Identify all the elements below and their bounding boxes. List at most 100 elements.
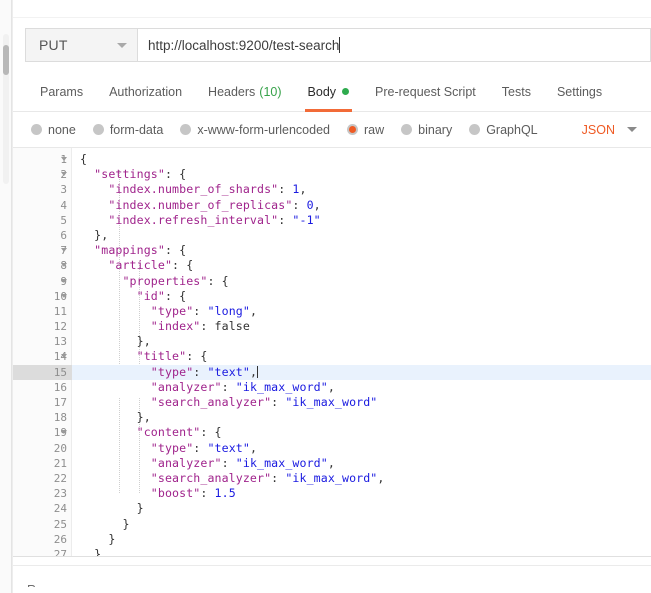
editor-line-text: "id": { xyxy=(80,288,187,303)
editor-line-text: } xyxy=(80,546,102,556)
editor-line-text: }, xyxy=(80,410,151,425)
editor-line-text: "type": "long", xyxy=(80,303,258,318)
tab-body-label: Body xyxy=(307,84,337,99)
body-type-form-data-label: form-data xyxy=(109,122,164,137)
body-type-raw[interactable]: raw xyxy=(347,123,384,137)
tab-authorization-label: Authorization xyxy=(109,84,183,99)
editor-line[interactable]: 3 "index.number_of_shards": 1, xyxy=(13,182,651,197)
tab-params[interactable]: Params xyxy=(27,72,96,112)
editor-line-text: "analyzer": "ik_max_word", xyxy=(80,379,335,394)
body-type-graphql-label: GraphQL xyxy=(486,122,538,137)
editor-line[interactable]: 7 "mappings": { xyxy=(13,243,651,258)
editor-line[interactable]: 10 "id": { xyxy=(13,289,651,304)
editor-text-cursor xyxy=(257,365,259,378)
editor-line[interactable]: 8 "article": { xyxy=(13,258,651,273)
radio-icon xyxy=(92,124,104,135)
code-fold-triangle-icon[interactable] xyxy=(61,293,67,298)
pane-top-strip xyxy=(13,0,651,18)
editor-line-number: 21 xyxy=(53,456,67,470)
tab-settings[interactable]: Settings xyxy=(544,72,615,112)
tab-tests[interactable]: Tests xyxy=(489,72,544,112)
body-type-none-label: none xyxy=(48,122,76,137)
request-pane: PUT http://localhost:9200/test-search Pa… xyxy=(12,0,651,593)
body-format-label: JSON xyxy=(581,122,615,137)
tab-pre-request-script[interactable]: Pre-request Script xyxy=(362,72,489,112)
editor-line-text: } xyxy=(80,516,130,531)
editor-line[interactable]: 15 "type": "text", xyxy=(13,364,651,380)
tab-body[interactable]: Body xyxy=(295,72,363,112)
editor-line-number: 20 xyxy=(53,441,67,455)
body-type-form-data[interactable]: form-data xyxy=(92,122,164,137)
editor-line-number: 18 xyxy=(53,411,67,425)
editor-line-number: 15 xyxy=(13,364,72,380)
editor-line[interactable]: 26 } xyxy=(13,532,651,547)
editor-line-text: "title": { xyxy=(80,349,208,364)
response-divider xyxy=(13,565,651,566)
http-method-dropdown[interactable]: PUT xyxy=(25,28,137,62)
editor-line[interactable]: 1{ xyxy=(13,152,651,167)
request-tabs: Params Authorization Headers (10) Body P… xyxy=(13,72,651,112)
editor-line[interactable]: 5 "index.refresh_interval": "-1" xyxy=(13,213,651,228)
code-fold-triangle-icon[interactable] xyxy=(61,354,67,359)
editor-line-number: 23 xyxy=(53,487,67,501)
editor-line-text: "analyzer": "ik_max_word", xyxy=(80,455,335,470)
editor-code-lines: 1{2 "settings": {3 "index.number_of_shar… xyxy=(13,152,651,556)
editor-line-number: 17 xyxy=(53,396,67,409)
code-fold-triangle-icon[interactable] xyxy=(61,430,67,435)
viewport-clip xyxy=(13,587,651,593)
editor-line[interactable]: 27 } xyxy=(13,547,651,556)
request-body-editor[interactable]: 1{2 "settings": {3 "index.number_of_shar… xyxy=(13,148,651,556)
editor-line[interactable]: 21 "analyzer": "ik_max_word", xyxy=(13,456,651,471)
code-fold-triangle-icon[interactable] xyxy=(61,248,67,253)
editor-line[interactable]: 20 "type": "text", xyxy=(13,441,651,456)
editor-line-text: } xyxy=(80,501,144,516)
code-fold-triangle-icon[interactable] xyxy=(61,172,67,177)
editor-line[interactable]: 25 } xyxy=(13,517,651,532)
editor-line[interactable]: 17 "search_analyzer": "ik_max_word" xyxy=(13,395,651,410)
editor-line[interactable]: 18 }, xyxy=(13,410,651,425)
url-input[interactable]: http://localhost:9200/test-search xyxy=(137,28,651,62)
code-fold-triangle-icon[interactable] xyxy=(61,278,67,283)
editor-line-number: 6 xyxy=(60,228,67,242)
editor-line-text: "type": "text", xyxy=(80,440,258,455)
tab-headers-label: Headers xyxy=(208,84,256,99)
editor-line-number: 13 xyxy=(53,335,67,349)
body-type-none[interactable]: none xyxy=(31,123,76,137)
editor-line[interactable]: 11 "type": "long", xyxy=(13,304,651,319)
tab-authorization[interactable]: Authorization xyxy=(96,72,195,112)
body-type-raw-label: raw xyxy=(364,122,385,137)
editor-line-text: "boost": 1.5 xyxy=(80,486,236,501)
editor-line-text: "search_analyzer": "ik_max_word", xyxy=(80,470,385,485)
tab-headers[interactable]: Headers (10) xyxy=(195,72,294,112)
editor-line[interactable]: 22 "search_analyzer": "ik_max_word", xyxy=(13,471,651,486)
editor-line[interactable]: 24 } xyxy=(13,501,651,516)
body-type-binary[interactable]: binary xyxy=(401,123,452,137)
code-fold-triangle-icon[interactable] xyxy=(61,263,67,268)
radio-icon xyxy=(180,124,192,135)
sidebar-scrollbar-thumb[interactable] xyxy=(3,45,9,75)
editor-line[interactable]: 2 "settings": { xyxy=(13,167,651,182)
editor-line[interactable]: 16 "analyzer": "ik_max_word", xyxy=(13,380,651,395)
editor-line[interactable]: 23 "boost": 1.5 xyxy=(13,486,651,501)
editor-line[interactable]: 4 "index.number_of_replicas": 0, xyxy=(13,198,651,213)
http-method-label: PUT xyxy=(39,37,68,53)
editor-line-text: }, xyxy=(80,334,151,349)
editor-line[interactable]: 13 }, xyxy=(13,334,651,349)
editor-line[interactable]: 9 "properties": { xyxy=(13,274,651,289)
editor-line[interactable]: 6 }, xyxy=(13,228,651,243)
code-fold-triangle-icon[interactable] xyxy=(61,157,67,161)
editor-line-number: 22 xyxy=(53,471,67,485)
body-format-dropdown[interactable]: JSON xyxy=(582,123,637,137)
body-type-urlencoded[interactable]: x-www-form-urlencoded xyxy=(180,123,330,137)
editor-line[interactable]: 12 "index": false xyxy=(13,319,651,334)
radio-icon xyxy=(469,124,481,135)
editor-line-text: "index": false xyxy=(80,319,250,334)
editor-line[interactable]: 19 "content": { xyxy=(13,425,651,440)
tab-params-label: Params xyxy=(40,84,84,99)
editor-line[interactable]: 14 "title": { xyxy=(13,349,651,364)
response-section: Response xyxy=(13,556,651,593)
radio-icon xyxy=(31,124,42,135)
body-type-binary-label: binary xyxy=(418,122,453,137)
editor-line-number: 26 xyxy=(53,532,67,546)
body-type-graphql[interactable]: GraphQL xyxy=(469,122,538,137)
